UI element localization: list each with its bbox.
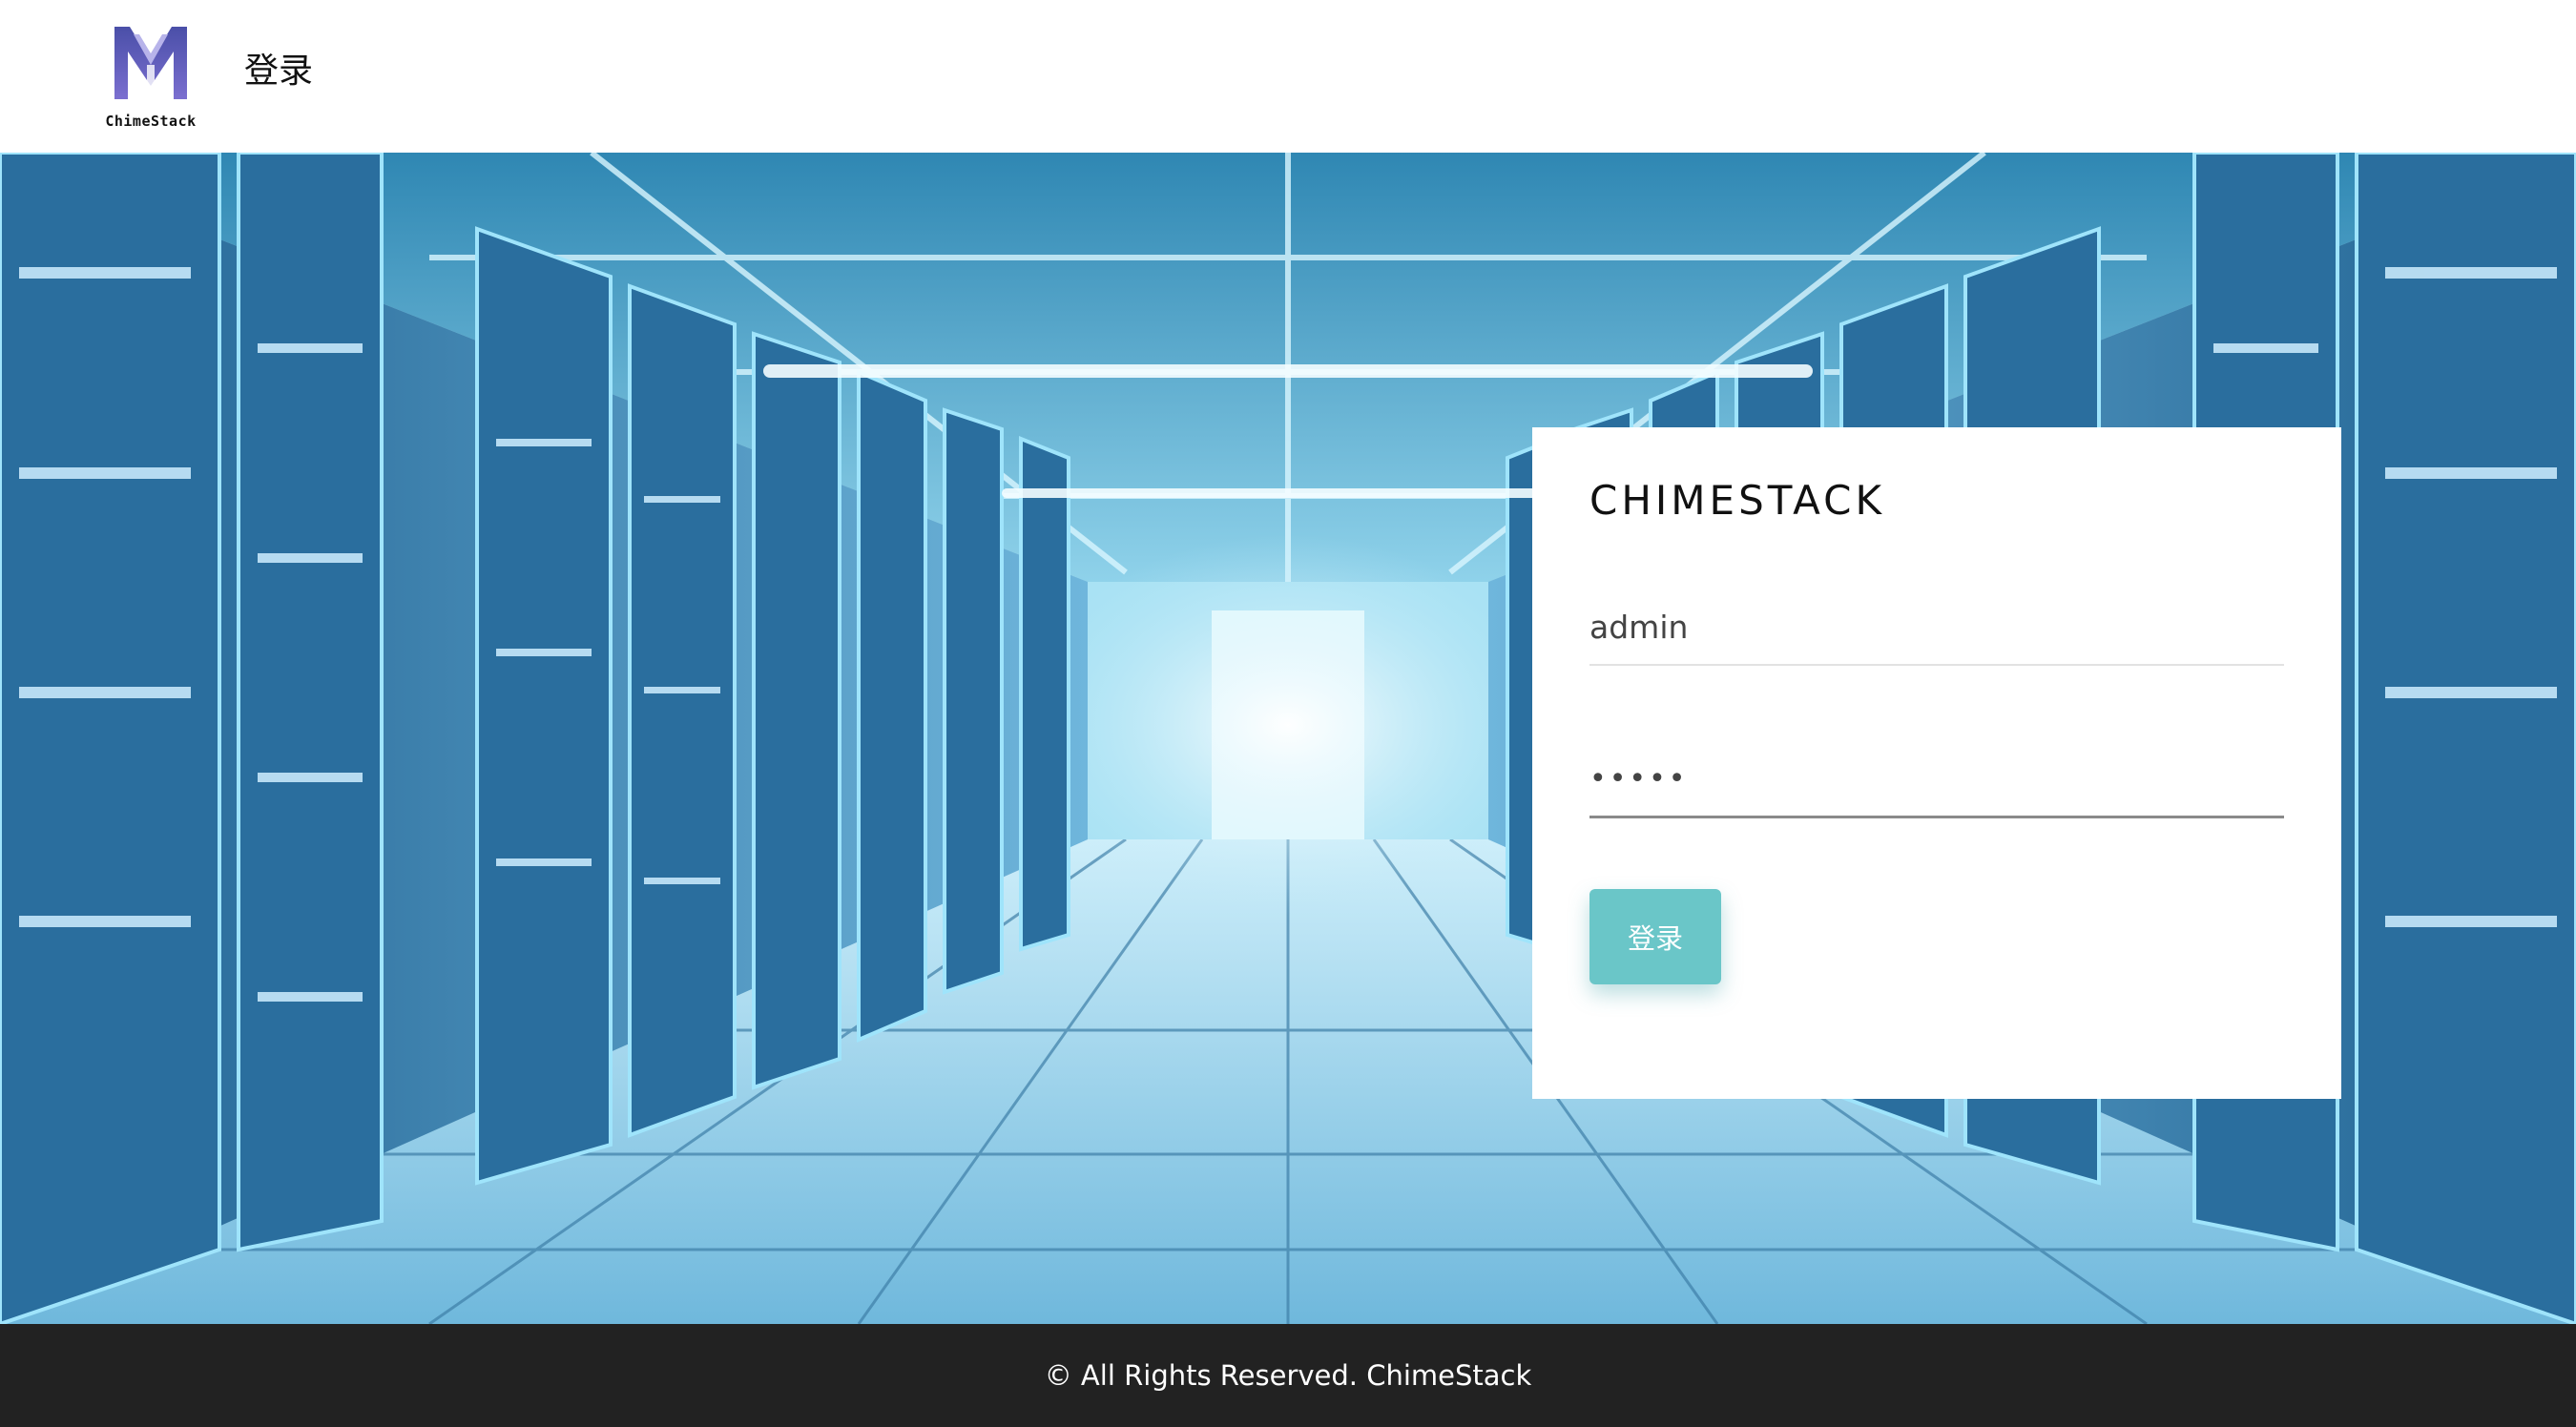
password-input[interactable] xyxy=(1589,742,2284,818)
chimestack-logo[interactable]: ChimeStack xyxy=(105,23,197,134)
logo-mark-icon xyxy=(114,27,187,99)
copyright-text: © All Rights Reserved. ChimeStack xyxy=(1044,1359,1532,1392)
footer: © All Rights Reserved. ChimeStack xyxy=(0,1324,2576,1427)
username-input[interactable] xyxy=(1589,589,2284,666)
login-title: CHIMESTACK xyxy=(1589,477,1885,524)
login-button[interactable]: 登录 xyxy=(1589,889,1721,984)
page-title: 登录 xyxy=(244,52,314,91)
top-header: ChimeStack 登录 xyxy=(0,0,2576,153)
logo-text: ChimeStack xyxy=(105,113,197,130)
login-card: CHIMESTACK 登录 xyxy=(1532,427,2341,1099)
